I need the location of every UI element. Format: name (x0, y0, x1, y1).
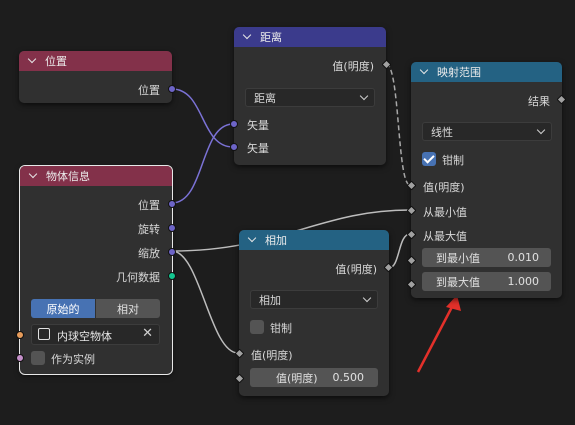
map-range-to-min-field[interactable]: 到最小值 0.010 (422, 248, 551, 267)
distance-vector1-label: 矢量 (247, 119, 269, 132)
map-range-to-max-socket[interactable] (406, 279, 417, 290)
object-info-rotation-socket[interactable] (168, 224, 176, 232)
map-range-to-max-field[interactable]: 到最大值 1.000 (422, 272, 551, 291)
add-field-value: 0.500 (332, 371, 365, 384)
add-operation-value: 相加 (259, 293, 281, 307)
dropdown-arrow-icon (362, 293, 372, 303)
add-operation-dropdown[interactable]: 相加 (250, 290, 378, 309)
position-output-label: 位置 (138, 84, 160, 97)
map-range-output-label: 结果 (528, 95, 550, 108)
object-info-node-header[interactable]: 物体信息 (20, 166, 172, 186)
add-field-label: 值(明度) (276, 371, 318, 385)
chevron-down-icon[interactable] (248, 235, 258, 245)
map-range-from-max-socket[interactable] (406, 229, 417, 240)
position-node-header[interactable]: 位置 (19, 51, 172, 71)
map-range-interpolation-value: 线性 (431, 125, 453, 139)
object-info-location-label: 位置 (138, 199, 160, 212)
distance-output-label: 值(明度) (332, 60, 374, 73)
map-range-to-max-label: 到最大值 (436, 275, 480, 289)
map-range-from-max-label: 从最大值 (423, 230, 467, 243)
object-info-node-title: 物体信息 (46, 170, 90, 183)
map-range-output-socket[interactable] (556, 94, 567, 105)
map-range-to-min-socket[interactable] (406, 255, 417, 266)
add-value-field[interactable]: 值(明度) 0.500 (250, 368, 378, 387)
dropdown-arrow-icon (536, 125, 546, 135)
position-node[interactable]: 位置 位置 (19, 51, 176, 103)
distance-mode-dropdown[interactable]: 距离 (245, 88, 375, 107)
annotation-arrow (416, 295, 461, 373)
map-range-to-min-value: 0.010 (507, 251, 540, 264)
chevron-down-icon[interactable] (243, 32, 253, 42)
distance-vector2-label: 矢量 (247, 142, 269, 155)
distance-node-header[interactable]: 距离 (234, 27, 386, 47)
add-value-socket[interactable] (234, 348, 245, 359)
chevron-down-icon[interactable] (29, 171, 39, 181)
chevron-down-icon[interactable] (28, 56, 38, 66)
position-output-socket[interactable] (168, 85, 176, 93)
object-info-geometry-socket[interactable] (168, 272, 176, 280)
map-range-value-label: 值(明度) (423, 181, 465, 194)
position-node-title: 位置 (45, 55, 67, 68)
add-node[interactable]: 相加 值(明度) 相加 钳制 值(明度) 值(明度) 0.500 (234, 230, 394, 396)
object-info-location-socket[interactable] (168, 200, 176, 208)
map-range-from-min-socket[interactable] (406, 205, 417, 216)
object-info-tab-original[interactable]: 原始的 (31, 299, 95, 318)
map-range-interpolation-dropdown[interactable]: 线性 (422, 122, 552, 141)
add-output-label: 值(明度) (335, 263, 377, 276)
link-location-to-distance-vector1 (171, 123, 234, 204)
add-node-header[interactable]: 相加 (239, 230, 389, 250)
distance-node-title: 距离 (260, 31, 282, 44)
object-info-object-name: 内球空物体 (57, 330, 112, 343)
map-range-to-min-label: 到最小值 (436, 251, 480, 265)
distance-node[interactable]: 距离 值(明度) 距离 矢量 矢量 (230, 27, 392, 165)
object-info-object-socket[interactable] (16, 331, 24, 339)
map-range-clamp-label: 钳制 (442, 154, 464, 167)
link-scale-to-add-value (171, 250, 239, 354)
object-info-scale-label: 缩放 (138, 247, 160, 260)
add-node-title: 相加 (265, 234, 287, 247)
object-info-instance-socket[interactable] (16, 354, 24, 362)
map-range-clamp-checkbox[interactable] (422, 152, 436, 166)
object-info-instance-label: 作为实例 (51, 353, 95, 366)
add-output-socket[interactable] (383, 262, 394, 273)
link-distance-to-maprange-value (385, 63, 411, 186)
distance-output-socket[interactable] (381, 59, 392, 70)
add-value-label: 值(明度) (251, 349, 293, 362)
chevron-down-icon[interactable] (420, 67, 430, 77)
object-icon (38, 328, 50, 340)
distance-vector2-socket[interactable] (230, 143, 238, 151)
map-range-node-title: 映射范围 (437, 66, 481, 79)
map-range-from-min-label: 从最小值 (423, 206, 467, 219)
add-clamp-label: 钳制 (270, 322, 292, 335)
add-field-socket[interactable] (234, 373, 245, 384)
map-range-node[interactable]: 映射范围 结果 线性 钳制 值(明度) 从最小值 从最大值 到最小值 0.010… (406, 62, 567, 298)
add-clamp-checkbox[interactable] (250, 320, 264, 334)
object-info-rotation-label: 旋转 (138, 223, 160, 236)
object-info-scale-socket[interactable] (168, 248, 176, 256)
dropdown-arrow-icon (359, 91, 369, 101)
link-add-to-maprange-frommax (388, 233, 411, 269)
object-info-instance-checkbox[interactable] (31, 351, 45, 365)
object-info-object-field[interactable]: 内球空物体 ✕ (31, 324, 160, 345)
map-range-value-socket[interactable] (406, 180, 417, 191)
close-icon[interactable]: ✕ (142, 326, 153, 341)
distance-mode-value: 距离 (254, 91, 276, 105)
map-range-to-max-value: 1.000 (507, 275, 540, 288)
map-range-node-header[interactable]: 映射范围 (411, 62, 562, 82)
object-info-node[interactable]: 物体信息 位置 旋转 缩放 几何数据 原始的 相对 内球空物体 ✕ 作为实例 (16, 165, 176, 375)
link-position-to-distance-vector2 (171, 88, 234, 148)
distance-vector1-socket[interactable] (230, 120, 238, 128)
object-info-tab-relative[interactable]: 相对 (96, 299, 160, 318)
object-info-geometry-label: 几何数据 (116, 271, 160, 284)
